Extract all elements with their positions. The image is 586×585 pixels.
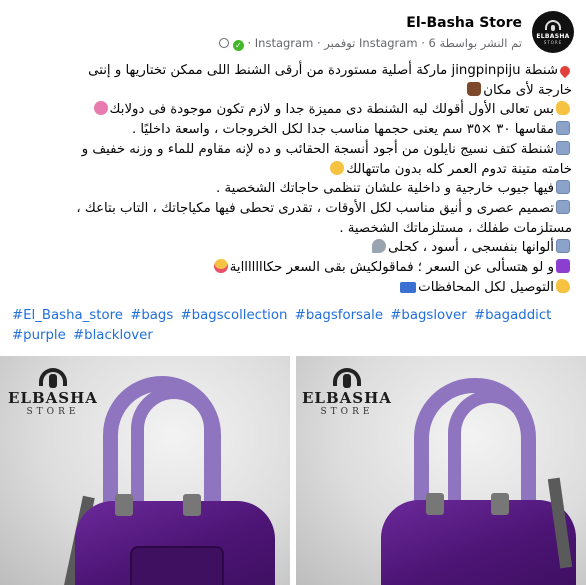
bag-pocket bbox=[130, 546, 224, 585]
avatar-sub: STORE bbox=[543, 39, 563, 45]
pushpin-icon bbox=[557, 63, 573, 79]
post-line-text: التوصيل لكل المحافظات bbox=[418, 279, 554, 295]
post-line: التوصيل لكل المحافظات bbox=[12, 278, 572, 298]
bag-body bbox=[381, 500, 576, 585]
post-body: شنطة jingpinpiju ماركة أصلية مستوردة من … bbox=[12, 61, 573, 298]
post-line-text: تصميم عصرى و أنيق مناسب لكل الأوقات ، تق… bbox=[76, 200, 554, 216]
post-line-text: خارجة لأى مكان bbox=[483, 82, 572, 98]
hashtag-link[interactable]: #bagslover bbox=[390, 308, 466, 323]
smiling-hearts-icon bbox=[213, 259, 228, 274]
handbag-icon bbox=[467, 81, 482, 96]
product-photo-front[interactable]: ELBASHA STORE bbox=[0, 356, 290, 585]
bag-buckle bbox=[491, 493, 509, 515]
left-arrow-box-icon bbox=[556, 140, 570, 155]
avatar-brand: ELBASHA bbox=[536, 32, 570, 40]
bag-handle bbox=[131, 386, 217, 509]
post-line: و لو هتسألى عن السعر ؛ فماقولكيش بقى الس… bbox=[12, 258, 572, 278]
left-arrow-box-icon bbox=[556, 121, 570, 136]
left-arrow-box-icon bbox=[556, 239, 570, 254]
meta-text[interactable]: تم النشر بواسطة Instagram · 6 توفمبر · I… bbox=[247, 36, 522, 50]
delivery-truck-icon bbox=[400, 281, 417, 293]
left-arrow-box-icon bbox=[556, 180, 570, 195]
post-line-text: خامته متينة تدوم العمر كله بدون ماتتهالك bbox=[346, 161, 572, 177]
purple-bag-image bbox=[55, 376, 285, 585]
left-arrow-box-icon bbox=[556, 199, 570, 214]
hashtag-link[interactable]: #bags bbox=[130, 308, 173, 323]
page-name-link[interactable]: El-Basha Store bbox=[219, 14, 522, 32]
post-line: شنطة كتف نسيج نايلون من أجود أنسجة الحقا… bbox=[12, 140, 572, 160]
woman-tipping-hand-icon bbox=[93, 101, 108, 116]
eagle-logo-icon bbox=[543, 19, 563, 33]
post-line: مقاسها ٣٠ ×٣٥ سم يعنى حجمها مناسب جدا لك… bbox=[12, 120, 572, 140]
post-line-text: شنطة jingpinpiju ماركة أصلية مستوردة من … bbox=[88, 63, 558, 78]
post-line-text: و لو هتسألى عن السعر ؛ فماقولكيش بقى الس… bbox=[229, 260, 554, 276]
post-line: تصميم عصرى و أنيق مناسب لكل الأوقات ، تق… bbox=[12, 199, 572, 219]
purple-bag-image bbox=[356, 378, 586, 585]
hashtag-link[interactable]: #bagscollection bbox=[181, 308, 288, 323]
instagram-check-icon: ✓ bbox=[232, 39, 244, 51]
ok-hand-icon bbox=[330, 160, 345, 175]
purple-square-icon bbox=[556, 259, 570, 274]
header-text: El-Basha Store تم النشر بواسطة Instagram… bbox=[219, 14, 522, 51]
post-line: خارجة لأى مكان bbox=[12, 81, 572, 101]
photo-grid: ELBASHA STORE ELBASHA STORE bbox=[0, 356, 586, 585]
post-line-text: شنطة كتف نسيج نايلون من أجود أنسجة الحقا… bbox=[81, 141, 554, 157]
post-line: ألوانها بنفسجى ، أسود ، كحلى bbox=[12, 238, 572, 258]
globe-icon[interactable] bbox=[219, 37, 230, 48]
post-line: شنطة jingpinpiju ماركة أصلية مستوردة من … bbox=[12, 61, 573, 81]
hashtag-link[interactable]: #purple bbox=[12, 328, 66, 343]
hashtag-link[interactable]: #El_Basha_store bbox=[12, 308, 123, 323]
pointing-hand-icon bbox=[556, 278, 570, 293]
page-avatar[interactable]: ELBASHA STORE bbox=[532, 11, 574, 53]
post-line-text: فيها جيوب خارجية و داخلية علشان تنظمى حا… bbox=[215, 181, 554, 197]
hashtag-list: #El_Basha_store #bags #bagscollection #b… bbox=[12, 306, 572, 346]
post-line-text: بس تعالى الأول أقولك ليه الشنطة دى مميزة… bbox=[109, 102, 554, 118]
post-line: بس تعالى الأول أقولك ليه الشنطة دى مميزة… bbox=[12, 100, 572, 120]
post-line: مستلزمات طفلك ، مستلزماتك الشخصية . bbox=[12, 219, 572, 239]
bag-buckle bbox=[426, 493, 444, 515]
product-photo-back[interactable]: ELBASHA STORE bbox=[296, 356, 586, 585]
bag-buckle bbox=[115, 494, 133, 516]
bag-buckle bbox=[183, 494, 201, 516]
hashtag-link[interactable]: #bagaddict bbox=[474, 308, 551, 323]
post-line-text: ألوانها بنفسجى ، أسود ، كحلى bbox=[388, 240, 554, 256]
post-line-text: مستلزمات طفلك ، مستلزماتك الشخصية . bbox=[339, 220, 572, 236]
bag-handle bbox=[448, 390, 534, 509]
pointing-hand-icon bbox=[556, 101, 570, 116]
hashtag-link[interactable]: #blacklover bbox=[73, 328, 153, 343]
facebook-post: ELBASHA STORE El-Basha Store تم النشر بو… bbox=[0, 0, 586, 585]
post-line-text: مقاسها ٣٠ ×٣٥ سم يعنى حجمها مناسب جدا لك… bbox=[131, 122, 554, 138]
post-header: ELBASHA STORE El-Basha Store تم النشر بو… bbox=[12, 10, 574, 54]
speech-bubble-icon bbox=[372, 239, 387, 254]
post-line: فيها جيوب خارجية و داخلية علشان تنظمى حا… bbox=[12, 179, 572, 199]
hashtag-link[interactable]: #bagsforsale bbox=[295, 308, 383, 323]
post-meta: تم النشر بواسطة Instagram · 6 توفمبر · I… bbox=[219, 35, 522, 51]
post-line: خامته متينة تدوم العمر كله بدون ماتتهالك bbox=[12, 160, 572, 180]
